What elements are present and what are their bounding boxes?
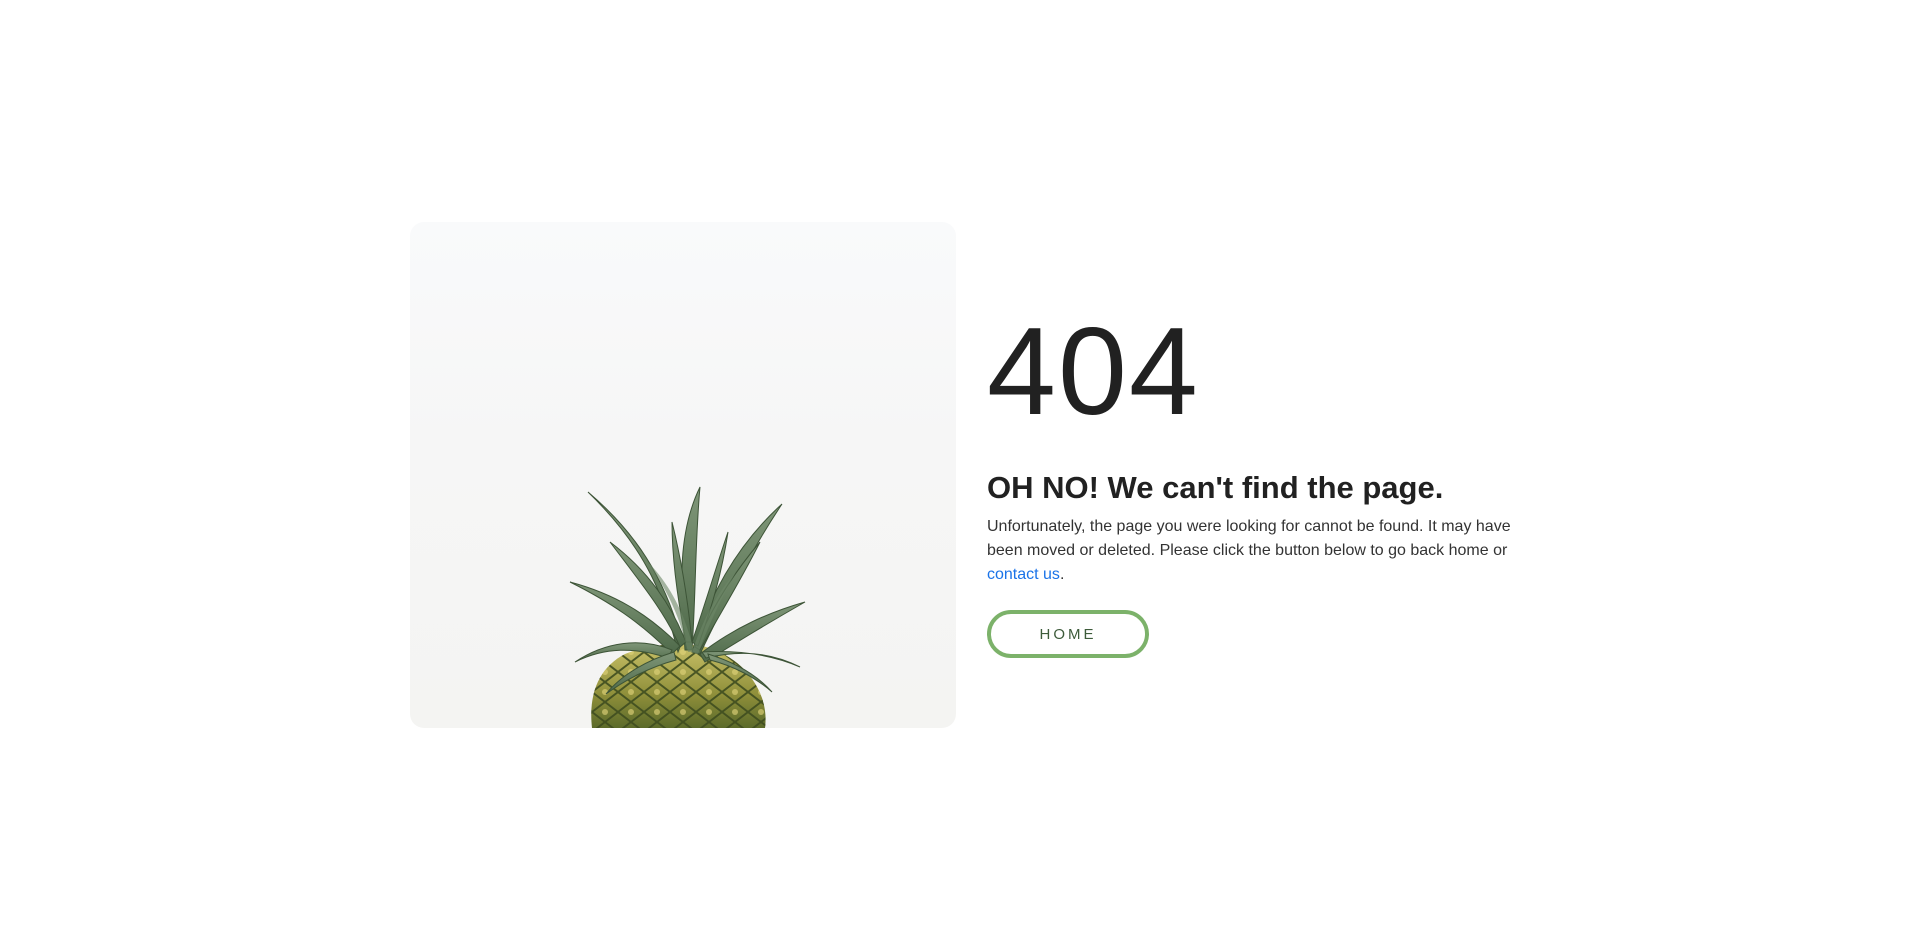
error-headline: OH NO! We can't find the page. [987, 470, 1444, 505]
contact-us-link[interactable]: contact us [987, 566, 1060, 583]
error-message-end: . [1059, 566, 1065, 583]
error-content: 404 OH NO! We can't find the page. Unfor… [987, 310, 1547, 658]
pineapple-illustration [569, 486, 806, 728]
error-code: 404 [987, 303, 1200, 441]
not-found-page: 404 OH NO! We can't find the page. Unfor… [0, 0, 1920, 937]
error-message-text: Unfortunately, the page you were looking… [987, 518, 1511, 559]
pineapple-image [410, 222, 956, 728]
home-button[interactable]: HOME [987, 610, 1149, 658]
error-message: Unfortunately, the page you were looking… [987, 515, 1527, 587]
